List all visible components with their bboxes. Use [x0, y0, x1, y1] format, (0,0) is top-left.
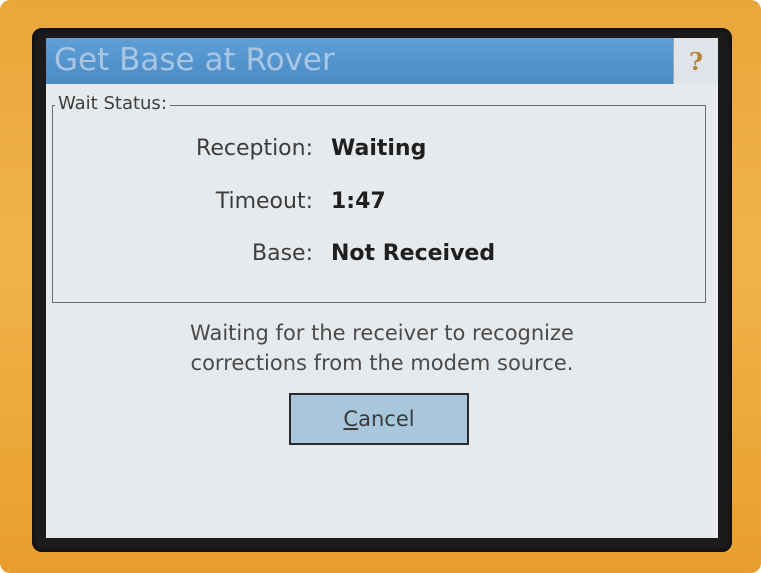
cancel-mnemonic: C — [343, 407, 359, 431]
base-label: Base: — [252, 241, 313, 266]
device-body: Get Base at Rover ? Wait Status: Recepti… — [0, 0, 761, 573]
screen: Get Base at Rover ? Wait Status: Recepti… — [46, 38, 718, 538]
group-label: Wait Status: — [55, 93, 170, 114]
reception-label: Reception: — [196, 136, 313, 161]
status-message: Waiting for the receiver to recognize co… — [46, 318, 718, 378]
help-icon: ? — [688, 46, 704, 76]
message-line-2: corrections from the modem source. — [190, 351, 574, 375]
reception-value: Waiting — [331, 136, 427, 161]
title-bar: Get Base at Rover ? — [46, 38, 718, 84]
timeout-label: Timeout: — [215, 189, 313, 214]
message-line-1: Waiting for the receiver to recognize — [190, 321, 574, 345]
help-button[interactable]: ? — [673, 38, 718, 84]
cancel-label: ancel — [358, 407, 415, 431]
window-title: Get Base at Rover — [54, 42, 335, 78]
base-value: Not Received — [331, 241, 496, 266]
timeout-value: 1:47 — [331, 189, 386, 214]
status-row-reception: Reception: Waiting — [53, 136, 705, 166]
status-row-base: Base: Not Received — [53, 241, 705, 271]
cancel-button[interactable]: Cancel — [289, 393, 469, 445]
status-row-timeout: Timeout: 1:47 — [53, 189, 705, 219]
wait-status-group: Wait Status: Reception: Waiting Timeout:… — [52, 93, 706, 303]
